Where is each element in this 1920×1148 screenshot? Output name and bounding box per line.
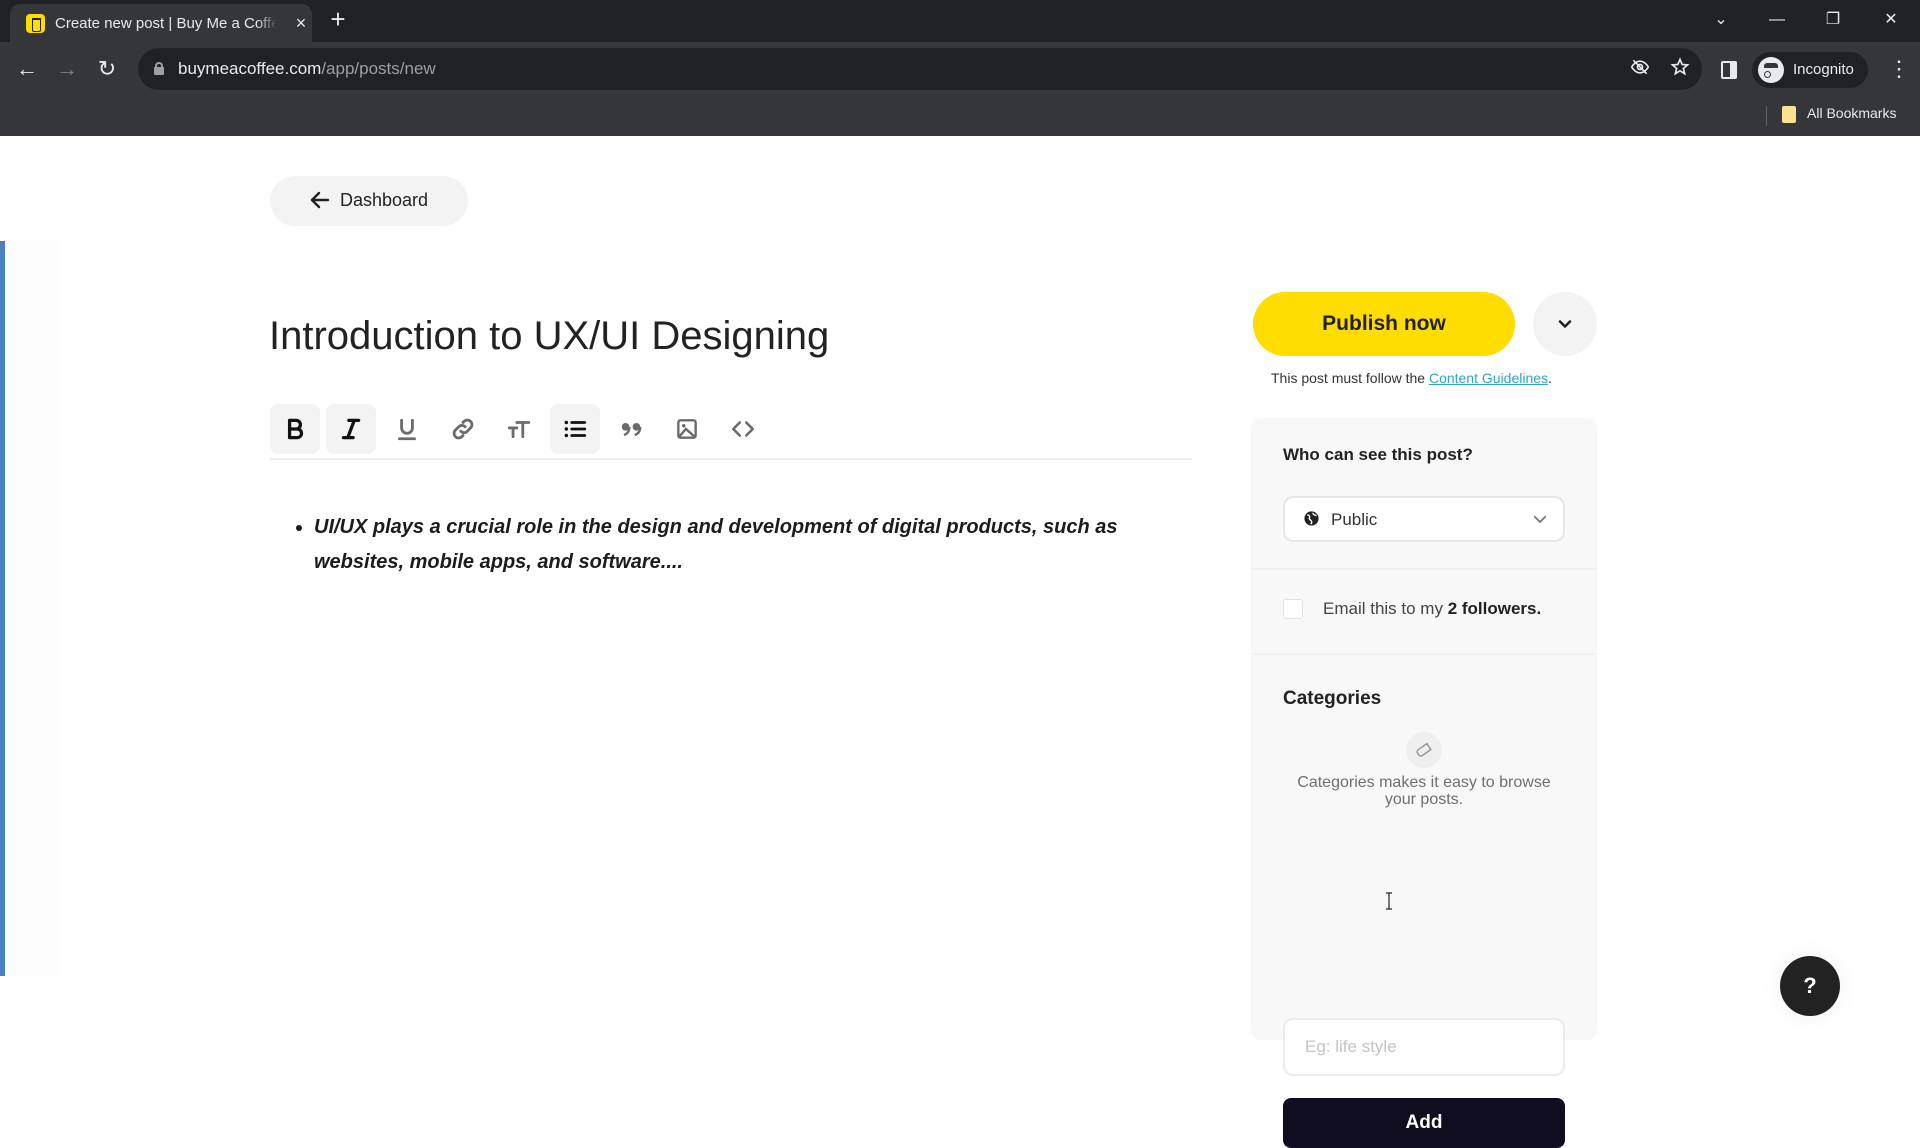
post-settings-card: Who can see this post? Public Email this… xyxy=(1251,418,1597,1148)
underline-icon xyxy=(398,418,416,441)
incognito-profile-button[interactable]: Incognito xyxy=(1752,52,1868,88)
tracking-protection-eye-off-icon[interactable] xyxy=(1628,57,1652,81)
categories-title: Categories xyxy=(1283,688,1382,709)
url-path: /app/posts/new xyxy=(321,59,436,78)
address-bar[interactable]: buymeacoffee.com/app/posts/new xyxy=(138,48,1702,90)
back-nav-button[interactable]: ← xyxy=(10,52,44,86)
forward-nav-button[interactable]: → xyxy=(50,52,84,86)
tab-strip: Create new post | Buy Me a Coffee × + ⌄ … xyxy=(0,0,1920,42)
bold-button[interactable] xyxy=(270,404,320,454)
category-input[interactable] xyxy=(1283,1018,1565,1076)
all-bookmarks-link[interactable]: All Bookmarks xyxy=(1807,105,1896,121)
card-divider xyxy=(1251,568,1597,570)
help-button[interactable]: ? xyxy=(1780,956,1840,1016)
bookmarks-folder-icon[interactable] xyxy=(1782,106,1796,123)
text-size-button[interactable] xyxy=(494,404,544,454)
close-window-button[interactable]: ✕ xyxy=(1876,6,1906,34)
text-size-icon xyxy=(507,421,531,438)
bullet-list: UI/UX plays a crucial role in the design… xyxy=(290,510,1170,580)
bullet-list-button[interactable] xyxy=(550,404,600,454)
guidelines-suffix: . xyxy=(1548,370,1552,386)
code-icon xyxy=(731,421,755,437)
browser-tab[interactable]: Create new post | Buy Me a Coffee × xyxy=(10,4,312,42)
dashboard-back-button[interactable]: Dashboard xyxy=(270,176,468,226)
tab-close-icon[interactable]: × xyxy=(290,12,312,34)
browser-toolbar: ← → ↻ buymeacoffee.com/app/posts/new Inc… xyxy=(0,42,1920,98)
visibility-select[interactable]: Public xyxy=(1283,496,1565,542)
arrow-left-icon xyxy=(308,188,332,212)
guidelines-prefix: This post must follow the xyxy=(1271,370,1429,386)
italic-button[interactable] xyxy=(326,404,376,454)
dashboard-label: Dashboard xyxy=(340,190,429,210)
email-followers-checkbox[interactable] xyxy=(1283,599,1303,619)
chevron-down-icon xyxy=(1558,320,1572,328)
chevron-down-icon xyxy=(1531,510,1549,528)
browser-chrome: Create new post | Buy Me a Coffee × + ⌄ … xyxy=(0,0,1920,136)
left-gutter xyxy=(5,241,60,976)
underline-button[interactable] xyxy=(382,404,432,454)
tab-title: Create new post | Buy Me a Coffee xyxy=(55,15,277,32)
add-category-button[interactable]: Add xyxy=(1283,1098,1565,1148)
followers-count: 2 followers. xyxy=(1447,599,1542,618)
post-body-editor[interactable]: UI/UX plays a crucial role in the design… xyxy=(290,510,1170,580)
italic-icon xyxy=(341,418,361,440)
card-divider xyxy=(1251,653,1597,655)
editor-toolbar xyxy=(270,404,1192,460)
globe-icon xyxy=(1303,510,1320,527)
buymeacoffee-favicon-icon xyxy=(26,14,45,33)
tab-search-icon[interactable]: ⌄ xyxy=(1706,6,1736,34)
post-editor-page: Dashboard Introduction to UX/UI Designin… xyxy=(0,136,1920,1148)
code-button[interactable] xyxy=(718,404,768,454)
link-button[interactable] xyxy=(438,404,488,454)
minimize-button[interactable]: — xyxy=(1762,6,1792,34)
incognito-label: Incognito xyxy=(1793,61,1854,78)
email-prefix: Email this to my xyxy=(1323,599,1448,618)
quote-button[interactable] xyxy=(606,404,656,454)
publish-options-button[interactable] xyxy=(1533,292,1597,356)
incognito-icon xyxy=(1758,57,1784,83)
url-text[interactable]: buymeacoffee.com/app/posts/new xyxy=(178,59,436,79)
bookmarks-divider xyxy=(1766,106,1767,126)
image-icon xyxy=(677,419,697,439)
bookmark-star-icon[interactable] xyxy=(1668,57,1692,81)
side-panel-icon[interactable] xyxy=(1721,61,1737,79)
lock-icon[interactable] xyxy=(154,62,164,75)
content-guidelines-link[interactable]: Content Guidelines xyxy=(1429,370,1548,386)
link-icon xyxy=(452,418,474,440)
restore-button[interactable]: ❐ xyxy=(1818,6,1848,34)
categories-description: Categories makes it easy to browse your … xyxy=(1297,774,1551,808)
list-item: UI/UX plays a crucial role in the design… xyxy=(314,510,1170,580)
email-followers-label[interactable]: Email this to my 2 followers. xyxy=(1323,599,1541,619)
url-host: buymeacoffee.com xyxy=(178,59,322,78)
publish-now-button[interactable]: Publish now xyxy=(1253,292,1515,356)
guidelines-note: This post must follow the Content Guidel… xyxy=(1271,370,1552,386)
image-button[interactable] xyxy=(662,404,712,454)
text-cursor-icon xyxy=(1385,892,1393,910)
browser-menu-icon[interactable]: ⋮ xyxy=(1888,54,1910,86)
visibility-value: Public xyxy=(1331,510,1378,529)
bullet-list-icon xyxy=(564,420,587,438)
visibility-label: Who can see this post? xyxy=(1283,445,1473,464)
post-title-input[interactable]: Introduction to UX/UI Designing xyxy=(269,314,829,359)
tag-icon xyxy=(1406,732,1442,768)
quote-icon xyxy=(621,423,642,437)
reload-button[interactable]: ↻ xyxy=(90,52,124,86)
new-tab-button[interactable]: + xyxy=(326,6,350,32)
bold-icon xyxy=(287,418,304,440)
bookmarks-bar xyxy=(0,98,1920,136)
